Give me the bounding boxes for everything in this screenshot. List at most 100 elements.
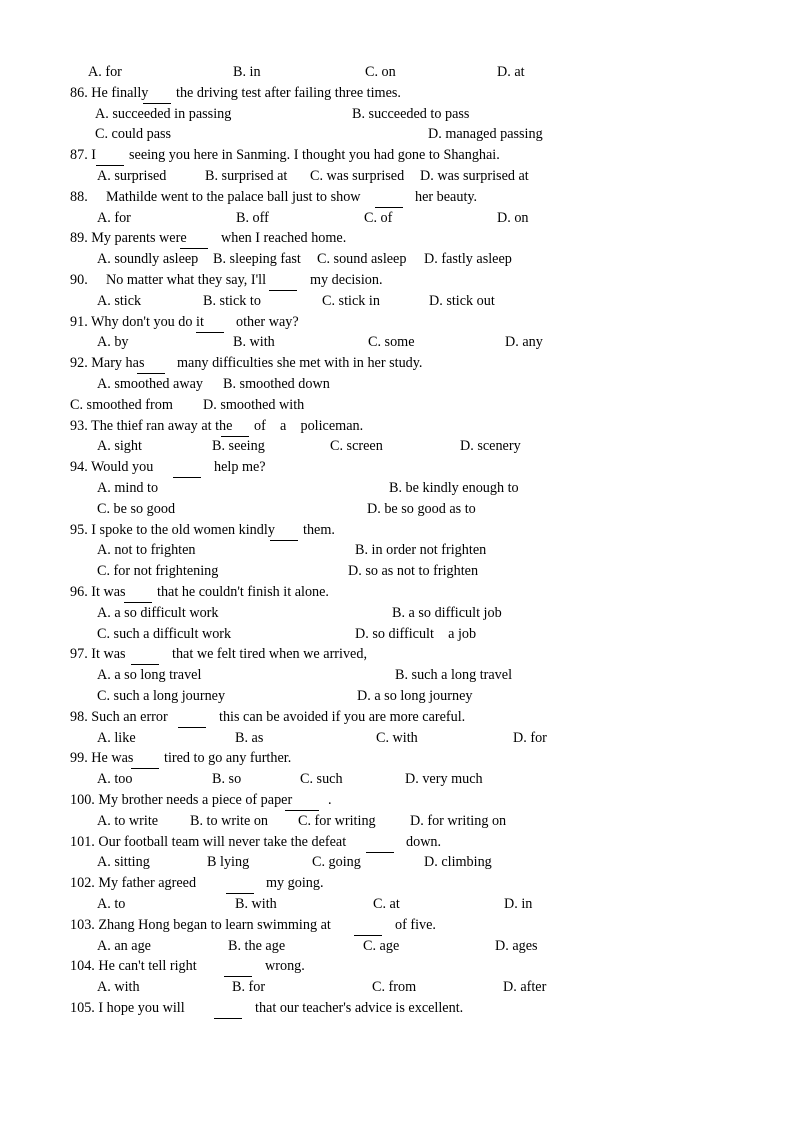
option-text[interactable]: A. a so difficult work — [97, 604, 219, 623]
option-text[interactable]: A. succeeded in passing — [95, 105, 231, 124]
option-text[interactable]: A. to write — [97, 812, 158, 831]
answer-blank[interactable] — [180, 229, 208, 250]
option-text[interactable]: D. ages — [495, 937, 538, 956]
option-text[interactable]: A. soundly asleep — [97, 250, 198, 269]
option-text[interactable]: D. for writing on — [410, 812, 506, 831]
option-text[interactable]: B. stick to — [203, 292, 261, 311]
option-text[interactable]: C. from — [372, 978, 416, 997]
answer-blank[interactable] — [178, 708, 206, 728]
option-text[interactable]: B. succeeded to pass — [352, 105, 469, 124]
option-text[interactable]: C. for not frightening — [97, 562, 218, 581]
option-text[interactable]: D. fastly asleep — [424, 250, 512, 269]
option-text[interactable]: C. on — [365, 63, 396, 82]
option-text[interactable]: C. at — [373, 895, 400, 914]
option-text[interactable]: B. so — [212, 770, 241, 789]
option-text[interactable]: B. for — [232, 978, 265, 997]
answer-blank[interactable] — [196, 313, 224, 333]
option-text[interactable]: A. with — [97, 978, 140, 997]
option-text[interactable]: D. on — [497, 209, 529, 228]
option-text[interactable]: A. by — [97, 333, 129, 352]
option-text[interactable]: D. after — [503, 978, 546, 997]
option-text[interactable]: A. surprised — [97, 167, 166, 186]
answer-blank[interactable] — [354, 916, 382, 936]
answer-blank[interactable] — [366, 833, 394, 853]
option-text[interactable]: B. with — [233, 333, 275, 352]
option-text[interactable]: D. at — [497, 63, 525, 82]
option-text[interactable]: C. could pass — [95, 125, 171, 144]
option-text[interactable]: A. too — [97, 770, 132, 789]
option-text[interactable]: C. screen — [330, 437, 383, 456]
answer-blank[interactable] — [173, 458, 201, 479]
option-text[interactable]: A. a so long travel — [97, 666, 201, 685]
answer-blank[interactable] — [375, 188, 403, 208]
option-text[interactable]: D. stick out — [429, 292, 495, 311]
answer-blank[interactable] — [270, 521, 298, 541]
option-text[interactable]: D. smoothed with — [203, 396, 304, 415]
option-text[interactable]: C. of — [364, 209, 392, 228]
option-text[interactable]: A. stick — [97, 292, 141, 311]
option-text[interactable]: C. some — [368, 333, 415, 352]
option-text[interactable]: C. sound asleep — [317, 250, 406, 269]
option-text[interactable]: A. an age — [97, 937, 151, 956]
option-text[interactable]: B. surprised at — [205, 167, 287, 186]
option-text[interactable]: C. for writing — [298, 812, 376, 831]
option-text[interactable]: A. sight — [97, 437, 142, 456]
option-text[interactable]: A. smoothed away — [97, 375, 203, 394]
option-text[interactable]: A. for — [88, 63, 122, 82]
option-text[interactable]: B. such a long travel — [395, 666, 512, 685]
option-text[interactable]: C. such — [300, 770, 343, 789]
option-text[interactable]: D. so difficult a job — [355, 625, 476, 644]
option-text[interactable]: C. stick in — [322, 292, 380, 311]
option-text[interactable]: B. to write on — [190, 812, 268, 831]
option-text[interactable]: B. with — [235, 895, 277, 914]
option-text[interactable]: A. for — [97, 209, 131, 228]
answer-blank[interactable] — [269, 271, 297, 291]
option-text[interactable]: C. with — [376, 729, 418, 748]
option-text[interactable]: A. not to frighten — [97, 541, 196, 560]
option-text[interactable]: C. was surprised — [310, 167, 404, 186]
option-text[interactable]: C. such a long journey — [97, 687, 225, 706]
option-text[interactable]: B. off — [236, 209, 269, 228]
option-text[interactable]: C. age — [363, 937, 399, 956]
option-text[interactable]: C. going — [312, 853, 361, 872]
option-text[interactable]: D. be so good as to — [367, 500, 476, 519]
answer-blank[interactable] — [96, 146, 124, 167]
option-text[interactable]: B. as — [235, 729, 263, 748]
option-text[interactable]: B. sleeping fast — [213, 250, 301, 269]
option-text[interactable]: A. like — [97, 729, 136, 748]
answer-blank[interactable] — [124, 583, 152, 603]
answer-blank[interactable] — [224, 957, 252, 978]
option-text[interactable]: D. any — [505, 333, 543, 352]
option-text[interactable]: B. in order not frighten — [355, 541, 486, 560]
option-text[interactable]: D. so as not to frighten — [348, 562, 478, 581]
option-text[interactable]: B. smoothed down — [223, 375, 330, 394]
option-text[interactable]: A. sitting — [97, 853, 150, 872]
option-text[interactable]: C. be so good — [97, 500, 175, 519]
option-text[interactable]: B. seeing — [212, 437, 265, 456]
answer-blank[interactable] — [131, 749, 159, 770]
option-text[interactable]: D. a so long journey — [357, 687, 472, 706]
option-text[interactable]: B. the age — [228, 937, 285, 956]
option-text[interactable]: B lying — [207, 853, 249, 872]
option-text[interactable]: D. very much — [405, 770, 483, 789]
option-text[interactable]: B. be kindly enough to — [389, 479, 519, 498]
option-text[interactable]: D. managed passing — [428, 125, 543, 144]
option-text[interactable]: D. in — [504, 895, 532, 914]
answer-blank[interactable] — [214, 999, 242, 1019]
option-text[interactable]: A. to — [97, 895, 125, 914]
option-text[interactable]: D. climbing — [424, 853, 492, 872]
option-text[interactable]: B. a so difficult job — [392, 604, 502, 623]
option-text[interactable]: B. in — [233, 63, 261, 82]
answer-blank[interactable] — [131, 645, 159, 666]
answer-blank[interactable] — [226, 874, 254, 895]
option-text[interactable]: C. smoothed from — [70, 396, 173, 415]
option-text[interactable]: D. for — [513, 729, 547, 748]
option-text[interactable]: D. was surprised at — [420, 167, 529, 186]
answer-blank[interactable] — [221, 417, 249, 437]
option-text[interactable]: D. scenery — [460, 437, 521, 456]
answer-blank[interactable] — [137, 354, 165, 375]
answer-blank[interactable] — [143, 84, 171, 104]
option-text[interactable]: A. mind to — [97, 479, 158, 498]
option-text[interactable]: C. such a difficult work — [97, 625, 231, 644]
answer-blank[interactable] — [285, 791, 319, 811]
